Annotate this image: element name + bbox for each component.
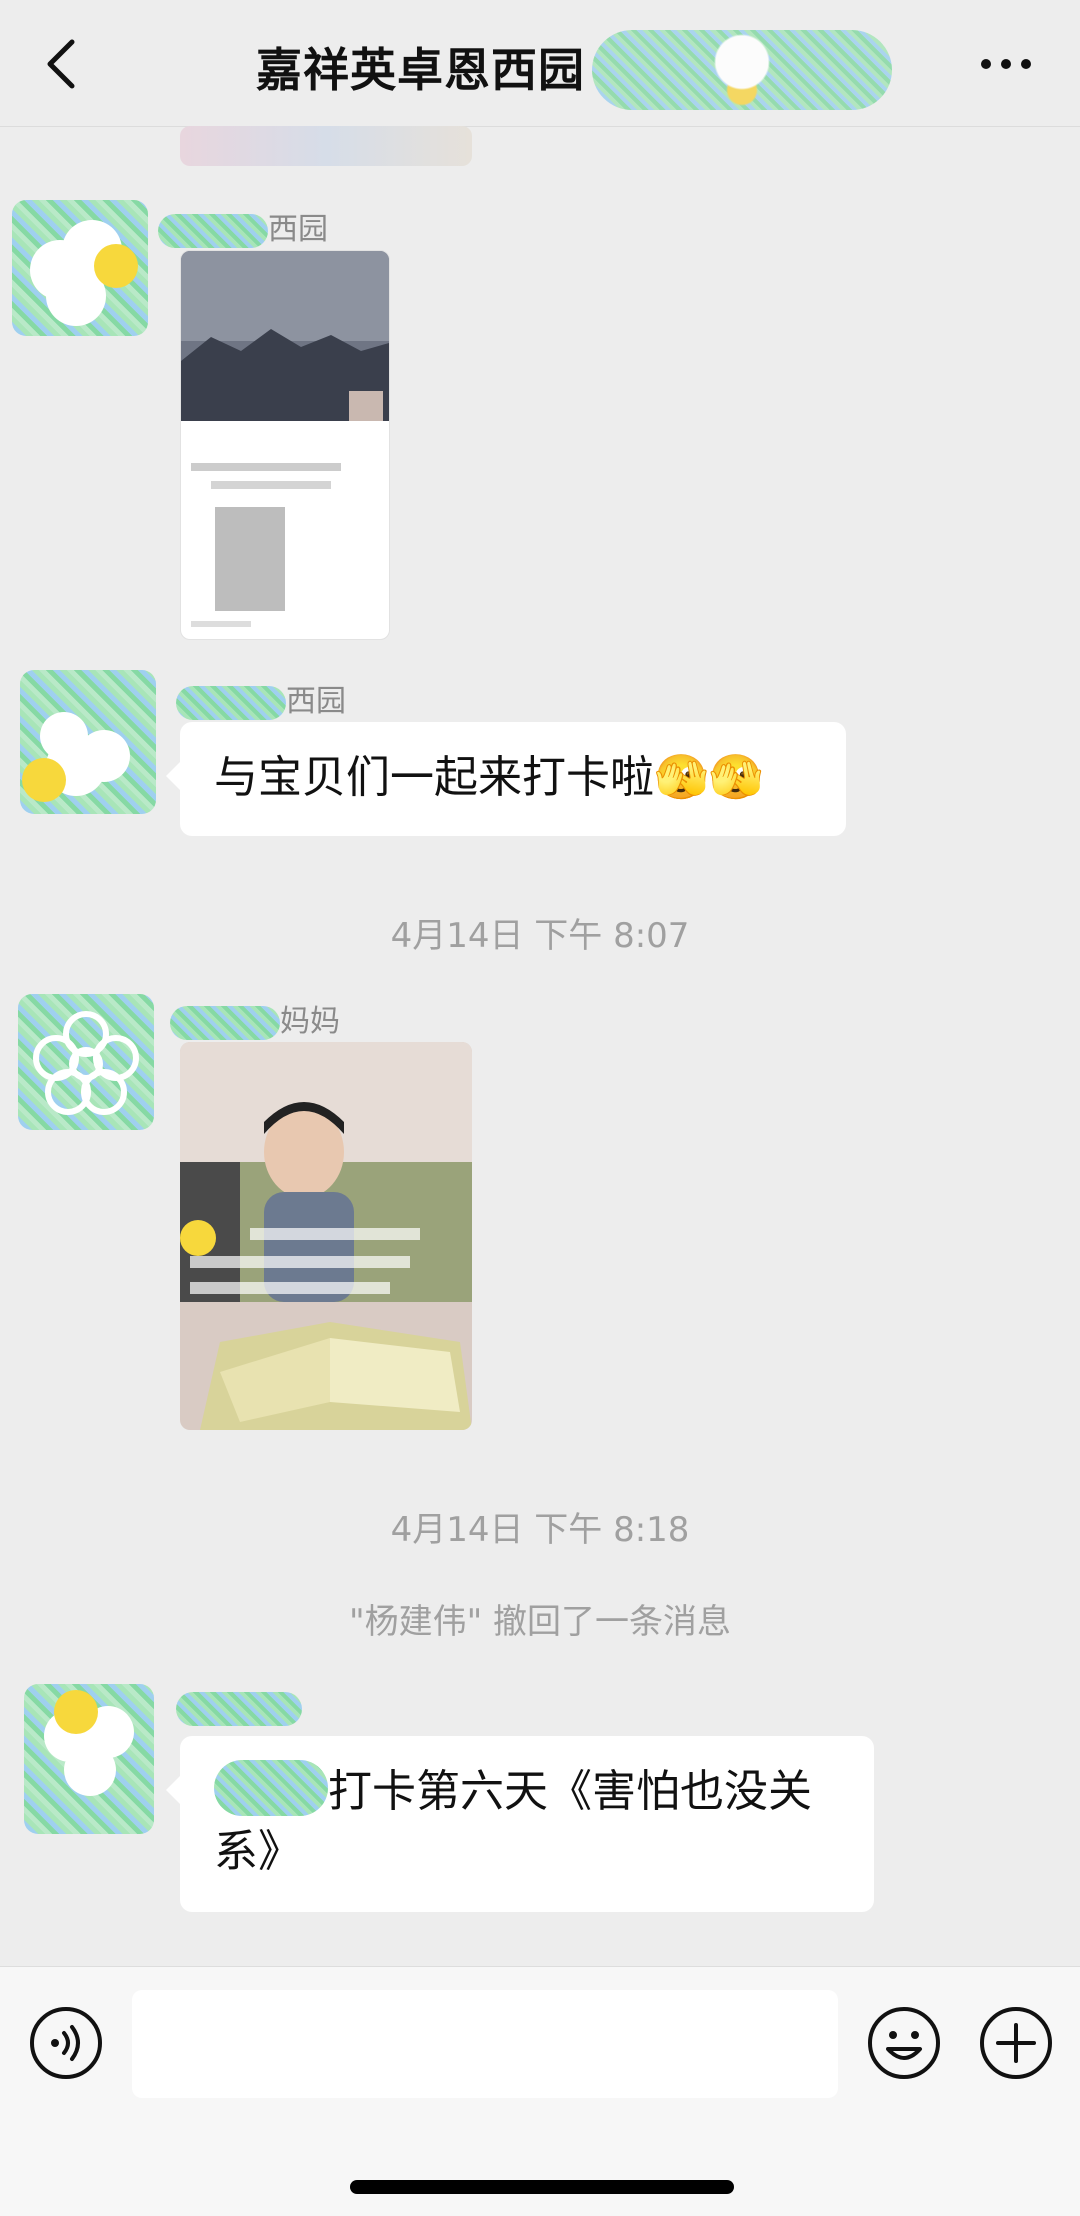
text-redaction	[214, 1760, 328, 1816]
back-button[interactable]	[34, 30, 90, 98]
image-message-partial[interactable]	[180, 126, 472, 166]
flower-avatar-icon	[30, 220, 138, 326]
voice-button[interactable]	[28, 2005, 104, 2081]
chat-header: 嘉祥英卓恩西园	[0, 0, 1080, 127]
name-redaction	[176, 685, 286, 720]
plus-button[interactable]	[978, 2005, 1054, 2081]
timestamp: 4月14日 下午 8:18	[390, 1510, 690, 1550]
more-dots-icon	[981, 59, 1031, 69]
flower-avatar-icon	[33, 1011, 139, 1115]
avatar[interactable]	[18, 994, 154, 1130]
avatar[interactable]	[24, 1684, 154, 1834]
avatar[interactable]	[20, 670, 156, 814]
screenshot-thumbnail-icon	[181, 251, 389, 627]
sender-name	[176, 1690, 302, 1726]
text-message-bubble[interactable]: 打卡第六天《害怕也没关系》	[166, 1736, 874, 1912]
chevron-left-icon	[47, 39, 75, 89]
child-reading-photo-icon	[180, 1042, 472, 1430]
recall-notice: "杨建伟" 撤回了一条消息	[348, 1602, 732, 1642]
title-redaction	[592, 30, 892, 110]
sender-name: 西园	[158, 204, 328, 248]
image-message[interactable]	[180, 250, 390, 640]
message-input[interactable]	[132, 1990, 838, 2098]
home-indicator[interactable]	[350, 2180, 734, 2194]
sender-name: 妈妈	[170, 996, 340, 1040]
plus-icon	[980, 2007, 1052, 2079]
sender-name: 西园	[176, 676, 346, 720]
flower-avatar-icon	[44, 1690, 134, 1796]
chat-screen: 嘉祥英卓恩西园 西园 西园 与宝贝们一起来打卡啦🫣🫣 4月14日 下午 8:07…	[0, 0, 1080, 2216]
emoji-icon	[868, 2007, 940, 2079]
avatar[interactable]	[12, 200, 148, 336]
text-message-bubble[interactable]: 与宝贝们一起来打卡啦🫣🫣	[166, 722, 846, 836]
image-message[interactable]	[180, 1042, 472, 1430]
input-bar	[0, 1966, 1080, 2216]
emoji-button[interactable]	[866, 2005, 942, 2081]
flower-avatar-icon	[22, 712, 130, 802]
emoji: 🫣🫣	[654, 752, 764, 803]
timestamp: 4月14日 下午 8:07	[390, 916, 690, 956]
name-redaction	[176, 1691, 302, 1726]
chat-title: 嘉祥英卓恩西园	[256, 43, 585, 97]
name-redaction	[158, 213, 268, 248]
more-button[interactable]	[976, 46, 1036, 82]
name-redaction	[170, 1005, 280, 1040]
voice-icon	[30, 2007, 102, 2079]
